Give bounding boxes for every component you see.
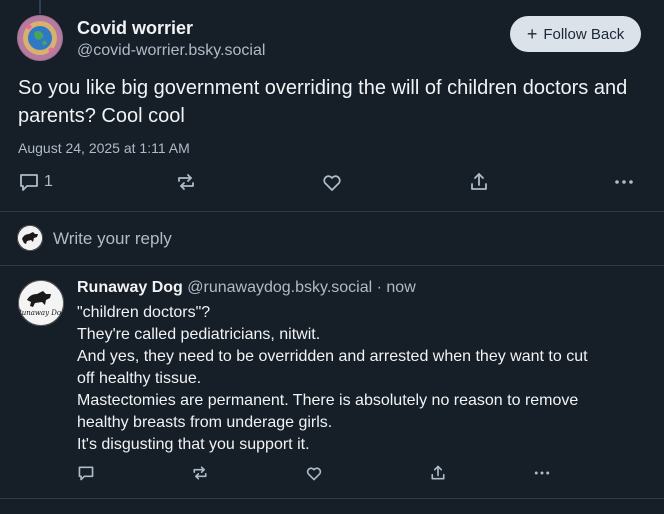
post-timestamp: August 24, 2025 at 1:11 AM: [18, 140, 190, 156]
more-options-button[interactable]: [613, 171, 635, 193]
plus-icon: +: [526, 24, 538, 44]
reply-text-line: healthy breasts from underage girls.: [77, 414, 333, 431]
reply-header: Runaway Dog @runawaydog.bsky.social · no…: [77, 279, 416, 297]
repost-icon: [175, 171, 197, 193]
reply-action-row: [77, 464, 554, 482]
follow-back-label: Follow Back: [543, 25, 625, 43]
avatar-logo-text: Runaway Dog: [18, 309, 64, 317]
reply-text-line: "children doctors"?: [77, 304, 211, 321]
reply-text-line: off healthy tissue.: [77, 370, 202, 387]
reply-reply-button[interactable]: [77, 464, 95, 482]
author-handle[interactable]: @covid-worrier.bsky.social: [77, 42, 265, 60]
post-text: So you like big government overriding th…: [18, 77, 628, 127]
like-icon: [321, 171, 343, 193]
reply-text-line: It's disgusting that you support it.: [77, 436, 310, 453]
like-button[interactable]: [321, 171, 343, 193]
post-action-row: 1: [18, 171, 642, 195]
reply-more-options-button[interactable]: [533, 464, 551, 482]
more-icon: [533, 464, 551, 482]
reply-text: "children doctors"? They're called pedia…: [77, 302, 657, 456]
reply-button[interactable]: 1: [18, 171, 53, 193]
reply-icon: [18, 171, 40, 193]
reply-like-button[interactable]: [305, 464, 323, 482]
reply-time[interactable]: now: [386, 279, 415, 296]
repost-button[interactable]: [175, 171, 197, 193]
reply-count: 1: [44, 173, 53, 190]
reply-text-line: Mastectomies are permanent. There is abs…: [77, 392, 579, 409]
reply-icon: [77, 464, 95, 482]
author-avatar[interactable]: [17, 15, 63, 61]
reply-author-handle[interactable]: @runawaydog.bsky.social: [187, 279, 372, 296]
divider: [0, 211, 664, 212]
current-user-avatar: [17, 225, 43, 251]
thread-line: [39, 0, 41, 14]
share-button[interactable]: [468, 171, 490, 193]
like-icon: [305, 464, 323, 482]
repost-icon: [191, 464, 209, 482]
divider: [0, 265, 664, 266]
separator: ·: [376, 279, 382, 296]
follow-back-button[interactable]: + Follow Back: [510, 16, 641, 52]
reply-text-line: They're called pediatricians, nitwit.: [77, 326, 321, 343]
reply-repost-button[interactable]: [191, 464, 209, 482]
reply-text-line: And yes, they need to be overridden and …: [77, 348, 588, 365]
reply-composer[interactable]: Write your reply: [17, 224, 664, 252]
post-header: Covid worrier @covid-worrier.bsky.social…: [17, 15, 664, 63]
more-icon: [613, 171, 635, 193]
share-icon: [468, 171, 490, 193]
reply-share-button[interactable]: [429, 464, 447, 482]
reply-author-avatar[interactable]: Runaway Dog: [18, 280, 64, 326]
divider: [0, 498, 664, 499]
author-name[interactable]: Covid worrier: [77, 18, 193, 39]
reply-author-name[interactable]: Runaway Dog: [77, 279, 183, 296]
reply-input[interactable]: Write your reply: [53, 229, 172, 249]
share-icon: [429, 464, 447, 482]
